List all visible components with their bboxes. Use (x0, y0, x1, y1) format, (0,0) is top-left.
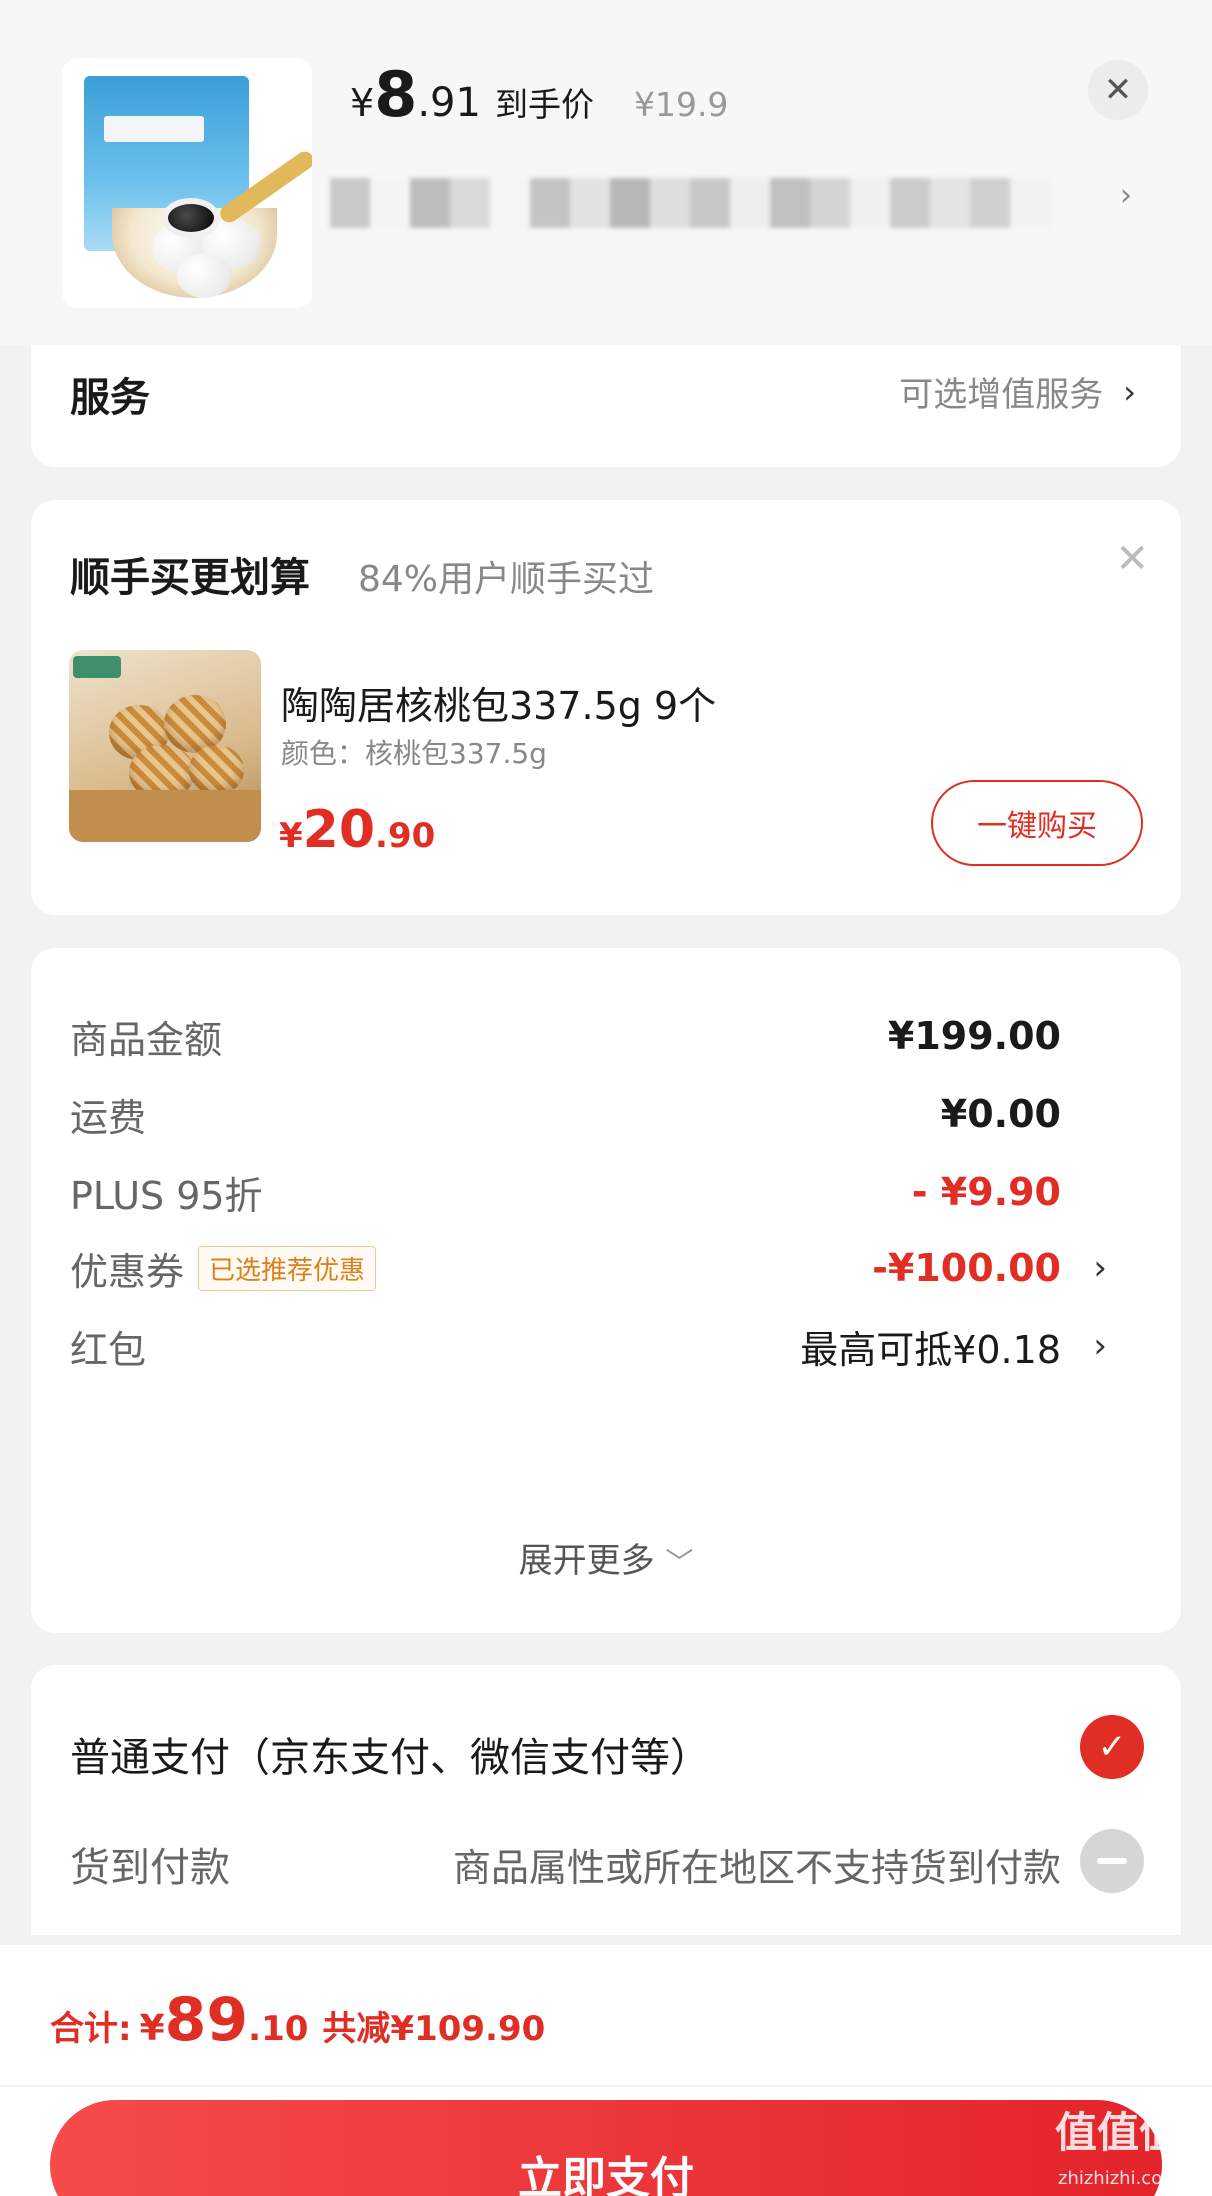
service-title: 服务 (70, 375, 150, 421)
payment-option-cod: 货到付款 (70, 1845, 230, 1891)
addon-price: ¥20.90 (279, 800, 436, 860)
service-card[interactable]: 服务 可选增值服务 › (31, 345, 1181, 467)
chevron-right-icon: › (1123, 372, 1136, 411)
red-packet-amount: 最高可抵¥0.18 (800, 1327, 1061, 1372)
addon-product-name[interactable]: 陶陶居核桃包337.5g 9个 (281, 675, 716, 730)
site-watermark-logo: 值值值 (1055, 2108, 1182, 2157)
final-price: ¥8.91 (350, 58, 481, 131)
addon-title: 顺手买更划算 (70, 555, 310, 601)
chevron-right-icon: › (1093, 1326, 1107, 1366)
expand-more-button[interactable]: 展开更多 ﹀ (31, 1533, 1181, 1582)
summary-row-shipping: 运费 ¥0.00 (70, 1092, 1061, 1140)
coupon-status-badge: 已选推荐优惠 (198, 1245, 377, 1291)
addon-product-image[interactable] (69, 650, 261, 842)
coupon-amount: -¥100.00 (872, 1246, 1061, 1290)
summary-row-goods: 商品金额 ¥199.00 (70, 1014, 1061, 1062)
chevron-down-icon: ﹀ (665, 1546, 694, 1579)
shipping-amount: ¥0.00 (940, 1092, 1061, 1136)
summary-row-plus-discount: PLUS 95折 - ¥9.90 (70, 1170, 1061, 1218)
price-row: ¥8.91 到手价 ¥19.9 (350, 58, 728, 138)
checkmark-icon[interactable]: ✓ (1080, 1715, 1144, 1779)
payment-method-card: 普通支付（京东支付、微信支付等） ✓ 货到付款 商品属性或所在地区不支持货到付款 (31, 1665, 1181, 1935)
disabled-minus-icon (1080, 1829, 1144, 1893)
price-tag-label: 到手价 (494, 85, 594, 124)
site-watermark-domain: zhizhizhi.com (1058, 2168, 1180, 2189)
product-header: ¥8.91 到手价 ¥19.9 ✕ › (0, 0, 1212, 345)
one-click-buy-button[interactable]: 一键购买 (931, 780, 1143, 866)
summary-row-coupon[interactable]: 优惠券 已选推荐优惠 -¥100.00 › (70, 1238, 1141, 1298)
service-value: 可选增值服务 (899, 375, 1104, 415)
total-saved: 共减¥109.90 (322, 2009, 546, 2049)
chevron-right-icon[interactable]: › (1120, 178, 1132, 213)
payment-option-normal[interactable]: 普通支付（京东支付、微信支付等） (70, 1725, 710, 1783)
original-price: ¥19.9 (633, 85, 729, 124)
product-title-blurred[interactable] (330, 178, 1050, 228)
summary-row-red-packet[interactable]: 红包 最高可抵¥0.18 › (70, 1316, 1141, 1376)
order-total: 合计: ¥89.10 共减¥109.90 (50, 1985, 546, 2055)
goods-amount: ¥199.00 (887, 1014, 1061, 1058)
addon-product-spec: 颜色：核桃包337.5g (281, 737, 547, 770)
addon-card: 顺手买更划算 84%用户顺手买过 ✕ 陶陶居核桃包337.5g 9个 颜色：核桃… (31, 500, 1181, 915)
cod-unavailable-note: 商品属性或所在地区不支持货到付款 (452, 1846, 1061, 1890)
pay-now-button[interactable]: 立即支付 (50, 2100, 1162, 2196)
service-selector[interactable]: 可选增值服务 › (899, 367, 1136, 416)
close-button[interactable]: ✕ (1088, 60, 1148, 120)
order-summary-card: 商品金额 ¥199.00 运费 ¥0.00 PLUS 95折 - ¥9.90 优… (31, 948, 1181, 1633)
addon-subtitle: 84%用户顺手买过 (358, 559, 655, 600)
chevron-right-icon: › (1093, 1248, 1107, 1288)
close-icon[interactable]: ✕ (1115, 536, 1149, 582)
plus-discount-amount: - ¥9.90 (911, 1170, 1061, 1214)
product-thumbnail[interactable] (62, 58, 312, 308)
close-icon: ✕ (1103, 70, 1133, 110)
divider (0, 2085, 1212, 2087)
